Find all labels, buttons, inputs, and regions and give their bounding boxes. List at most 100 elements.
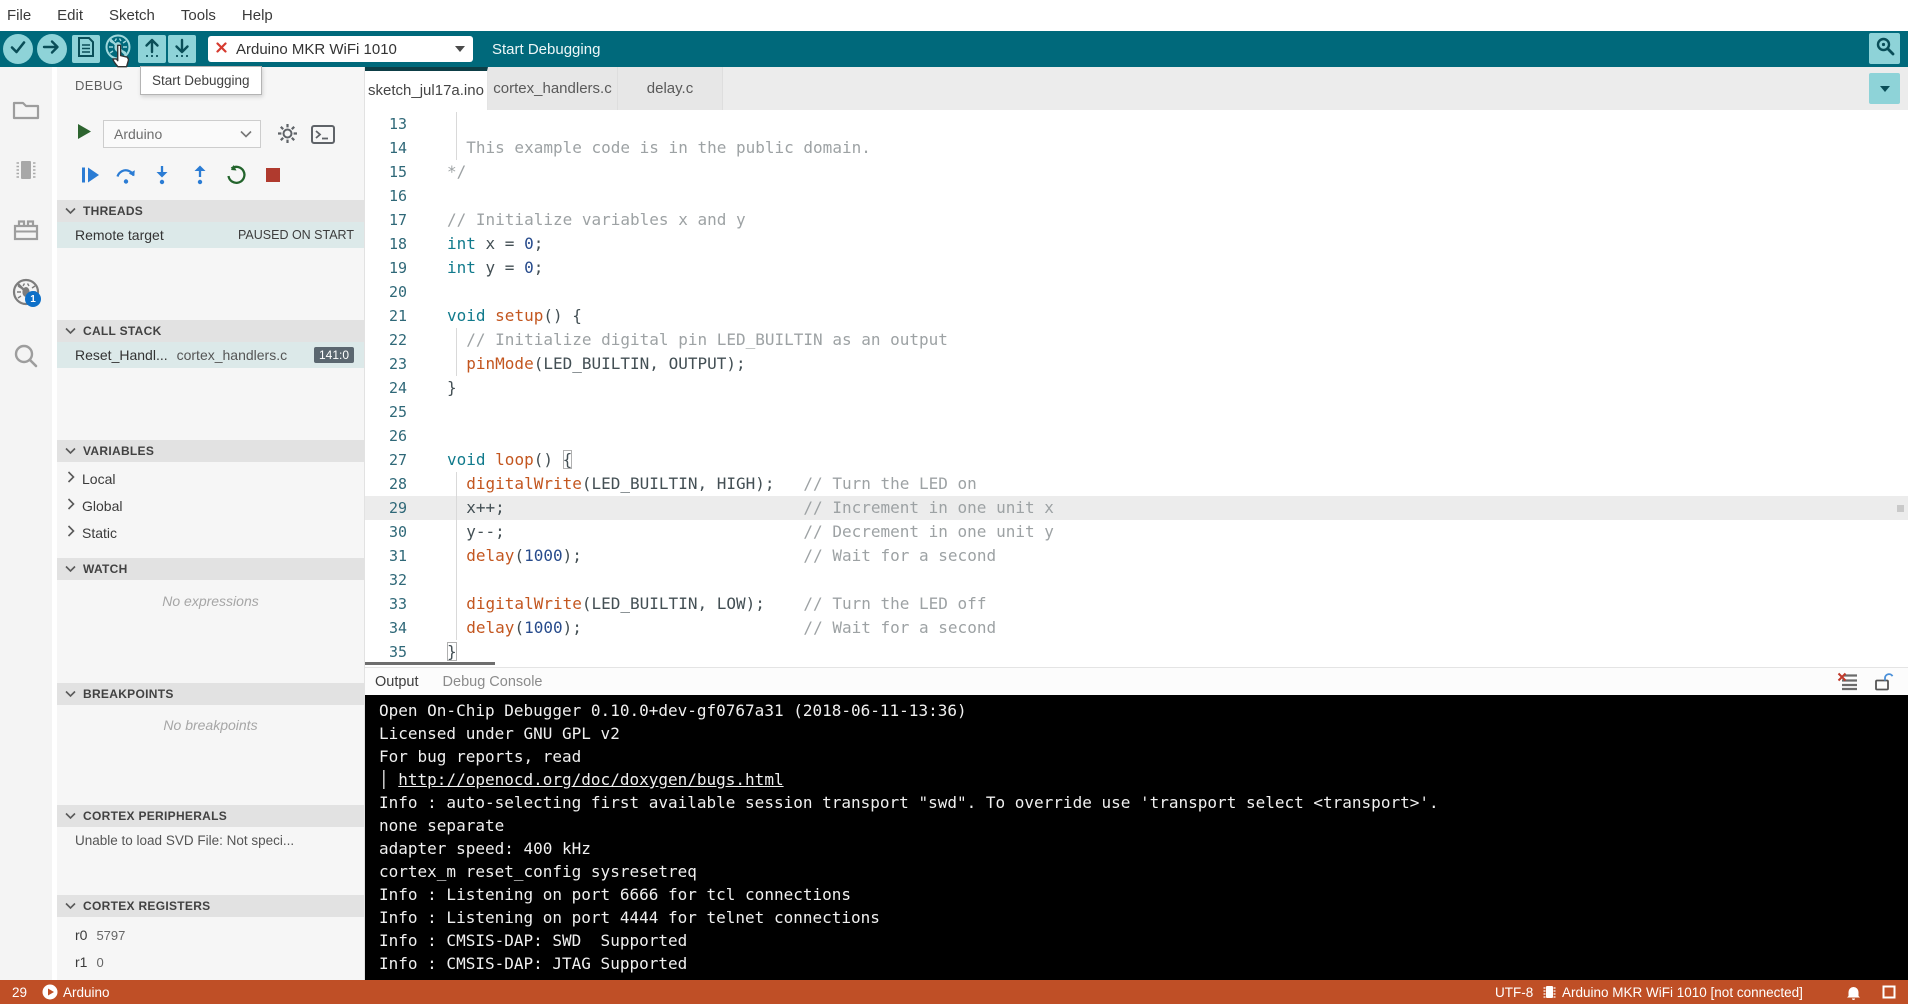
- editor-tab-cortex_handlers.c[interactable]: cortex_handlers.c: [488, 67, 618, 110]
- clear-output-button[interactable]: [1837, 672, 1858, 696]
- menu-item-help[interactable]: Help: [242, 7, 273, 24]
- console-line: Info : auto-selecting first available se…: [379, 791, 1908, 814]
- menu-item-tools[interactable]: Tools: [181, 7, 216, 24]
- sidebar-item-debug[interactable]: 1: [11, 277, 41, 307]
- sidebar-item-search[interactable]: [11, 342, 41, 372]
- breakpoints-section-header[interactable]: BREAKPOINTS: [57, 683, 364, 705]
- code-line-31[interactable]: 31 delay(1000); // Wait for a second: [365, 544, 1908, 568]
- debug-settings-button[interactable]: [277, 123, 298, 149]
- menu-item-edit[interactable]: Edit: [57, 7, 83, 24]
- upload-button[interactable]: [37, 34, 67, 64]
- chevron-down-icon: [65, 807, 76, 825]
- code-line-23[interactable]: 23 pinMode(LED_BUILTIN, OUTPUT);: [365, 352, 1908, 376]
- restart-button[interactable]: [225, 164, 247, 186]
- code-line-24[interactable]: 24}: [365, 376, 1908, 400]
- new-sketch-button[interactable]: [72, 35, 100, 63]
- code-token: int: [447, 258, 476, 277]
- console-line: Info : Listening on port 6666 for tcl co…: [379, 883, 1908, 906]
- code-line-14[interactable]: 14 This example code is in the public do…: [365, 136, 1908, 160]
- code-line-19[interactable]: 19int y = 0;: [365, 256, 1908, 280]
- board-selector[interactable]: Arduino MKR WiFi 1010: [208, 36, 473, 62]
- chevron-down-icon: [455, 46, 465, 52]
- app-name[interactable]: Arduino: [63, 980, 110, 1004]
- export-button[interactable]: [138, 35, 166, 63]
- register-row-r1[interactable]: r10: [57, 949, 364, 975]
- tab-output[interactable]: Output: [375, 674, 419, 690]
- open-editors-dropdown[interactable]: [1869, 73, 1900, 104]
- variables-item-static[interactable]: Static: [57, 520, 364, 546]
- continue-button[interactable]: [79, 164, 101, 186]
- code-line-32[interactable]: 32: [365, 568, 1908, 592]
- console-link[interactable]: http://openocd.org/doc/doxygen/bugs.html: [398, 770, 783, 789]
- breakpoints-empty-text: No breakpoints: [57, 717, 364, 733]
- editor-tab-sketch_jul17a.ino[interactable]: sketch_jul17a.ino: [365, 67, 488, 110]
- search-button[interactable]: [1869, 33, 1900, 64]
- code-line-34[interactable]: 34 delay(1000); // Wait for a second: [365, 616, 1908, 640]
- code-editor[interactable]: 1314 This example code is in the public …: [365, 110, 1908, 667]
- code-line-16[interactable]: 16: [365, 184, 1908, 208]
- line-number: 30: [365, 520, 415, 544]
- stop-button[interactable]: [262, 164, 284, 186]
- watch-section-header[interactable]: WATCH: [57, 558, 364, 580]
- code-line-20[interactable]: 20: [365, 280, 1908, 304]
- callstack-section-header[interactable]: CALL STACK: [57, 320, 364, 342]
- import-button[interactable]: [168, 35, 196, 63]
- code-line-22[interactable]: 22 // Initialize digital pin LED_BUILTIN…: [365, 328, 1908, 352]
- code-line-21[interactable]: 21void setup() {: [365, 304, 1908, 328]
- variables-item-local[interactable]: Local: [57, 466, 364, 492]
- debug-controls: [57, 164, 364, 190]
- step-out-button[interactable]: [189, 164, 211, 186]
- code-line-29[interactable]: 29 x++; // Increment in one unit x: [365, 496, 1908, 520]
- variables-section-header[interactable]: VARIABLES: [57, 440, 364, 462]
- board-status[interactable]: Arduino MKR WiFi 1010 [not connected]: [1562, 980, 1803, 1004]
- output-console[interactable]: Open On-Chip Debugger 0.10.0+dev-gf0767a…: [365, 695, 1908, 980]
- indent-guide: [456, 352, 457, 376]
- menu-bar: File Edit Sketch Tools Help: [0, 0, 1908, 31]
- sidebar-item-sketchbook[interactable]: [11, 95, 41, 125]
- cursor-line-indicator[interactable]: 29: [12, 980, 27, 1004]
- code-line-25[interactable]: 25: [365, 400, 1908, 424]
- code-line-15[interactable]: 15*/: [365, 160, 1908, 184]
- feedback-icon[interactable]: [1882, 980, 1896, 1004]
- code-token: );: [563, 618, 582, 637]
- code-line-26[interactable]: 26: [365, 424, 1908, 448]
- menu-item-file[interactable]: File: [7, 7, 31, 24]
- verify-button[interactable]: [3, 34, 33, 64]
- code-line-35[interactable]: 35}: [365, 640, 1908, 664]
- code-line-27[interactable]: 27void loop() {: [365, 448, 1908, 472]
- console-text: Info : CMSIS-DAP: SWD Supported: [379, 931, 687, 950]
- code-line-17[interactable]: 17// Initialize variables x and y: [365, 208, 1908, 232]
- scroll-lock-button[interactable]: [1874, 672, 1894, 696]
- variables-item-global[interactable]: Global: [57, 493, 364, 519]
- code-line-28[interactable]: 28 digitalWrite(LED_BUILTIN, HIGH); // T…: [365, 472, 1908, 496]
- callstack-frame-row[interactable]: Reset_Handl... cortex_handlers.c 141:0: [57, 342, 364, 368]
- encoding-indicator[interactable]: UTF-8: [1495, 980, 1533, 1004]
- code-line-18[interactable]: 18int x = 0;: [365, 232, 1908, 256]
- threads-section-header[interactable]: THREADS: [57, 200, 364, 222]
- editor-tab-delay.c[interactable]: delay.c: [618, 67, 723, 110]
- code-line-30[interactable]: 30 y--; // Decrement in one unit y: [365, 520, 1908, 544]
- activity-bar: 1: [0, 67, 52, 980]
- step-over-button[interactable]: [115, 164, 137, 186]
- debug-launch-button[interactable]: [77, 123, 92, 145]
- line-number: 31: [365, 544, 415, 568]
- cortex-registers-section-header[interactable]: CORTEX REGISTERS: [57, 895, 364, 917]
- console-line: adapter speed: 400 kHz: [379, 837, 1908, 860]
- cortex-peripherals-section-header[interactable]: CORTEX PERIPHERALS: [57, 805, 364, 827]
- code-line-33[interactable]: 33 digitalWrite(LED_BUILTIN, LOW); // Tu…: [365, 592, 1908, 616]
- sidebar-item-boards-manager[interactable]: [11, 155, 41, 185]
- tab-debug-console[interactable]: Debug Console: [443, 674, 543, 690]
- code-token: () {: [543, 306, 582, 325]
- editor-horizontal-scrollbar[interactable]: [365, 662, 495, 665]
- menu-item-sketch[interactable]: Sketch: [109, 7, 155, 24]
- register-row-r0[interactable]: r05797: [57, 922, 364, 948]
- code-text: delay(1000); // Wait for a second: [447, 616, 996, 640]
- thread-row[interactable]: Remote target PAUSED ON START: [57, 222, 364, 248]
- debug-config-select[interactable]: Arduino: [103, 120, 261, 148]
- debug-console-button[interactable]: [311, 125, 335, 149]
- step-into-button[interactable]: [151, 164, 173, 186]
- code-line-13[interactable]: 13: [365, 112, 1908, 136]
- code-token: // Wait for a second: [582, 618, 996, 637]
- sidebar-item-library-manager[interactable]: [11, 215, 41, 245]
- bell-icon[interactable]: [1846, 980, 1861, 1004]
